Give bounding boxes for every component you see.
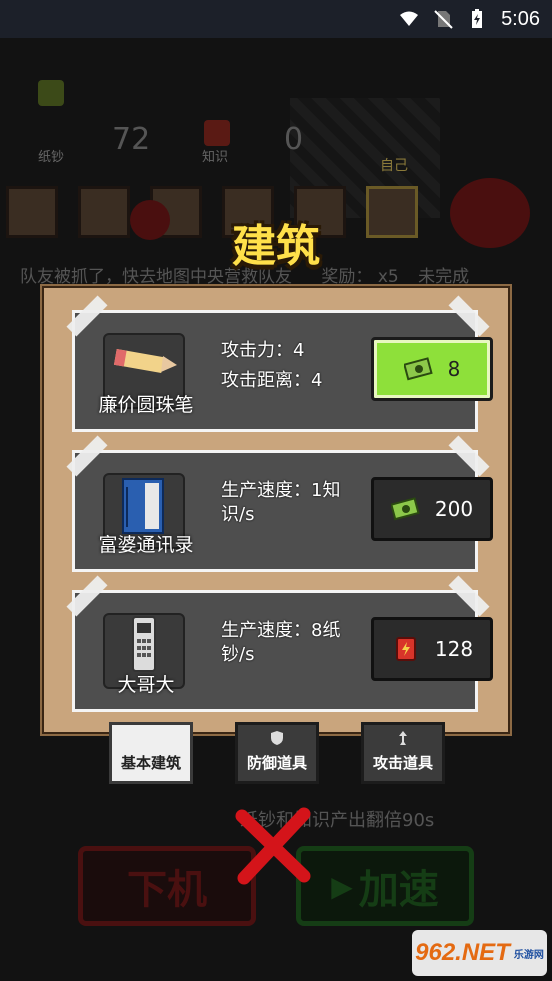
modal-title: 建筑 — [232, 221, 320, 272]
item-card-pen: 廉价圆珠笔 攻击力：4 攻击距离：4 8 — [66, 295, 493, 432]
price-value: 128 — [434, 637, 474, 661]
mobile-phone-icon — [132, 616, 156, 672]
site-watermark: 962.NET 乐游网 — [412, 930, 547, 976]
speed-up-label: 加速 — [358, 867, 439, 913]
item-stat-1: 生产速度：1知 — [221, 480, 341, 501]
pencil-icon — [113, 348, 177, 374]
shield-icon — [271, 731, 283, 745]
cash-value: 72 — [112, 122, 151, 157]
tab-defense-items[interactable]: 防御道具 — [235, 722, 319, 784]
battery-charging-icon — [472, 9, 483, 28]
tape-decoration — [448, 435, 490, 477]
item-stat-2: 攻击距离：4 — [221, 370, 323, 391]
tape-decoration — [66, 575, 108, 617]
item-name: 富婆通讯录 — [98, 534, 194, 556]
no-sim-icon — [434, 10, 453, 29]
tab-label: 防御道具 — [246, 754, 307, 772]
price-value: 8 — [447, 357, 461, 381]
item-stat-1: 攻击力：4 — [221, 340, 305, 361]
clock: 5:06 — [501, 7, 540, 30]
tab-basic-building[interactable]: 基本建筑 — [109, 722, 193, 784]
knowledge-value: 0 — [284, 122, 304, 157]
self-label: 自己 — [380, 158, 408, 174]
knowledge-icon — [204, 120, 230, 146]
cash-icon — [403, 357, 433, 381]
item-name: 廉价圆珠笔 — [98, 394, 194, 416]
tape-decoration — [448, 295, 490, 337]
tape-decoration — [448, 575, 490, 617]
cash-icon — [38, 80, 64, 106]
buy-contacts-button[interactable]: 200 — [371, 477, 493, 541]
item-stat-2: 钞/s — [221, 644, 255, 665]
tab-attack-items[interactable]: 攻击道具 — [361, 722, 445, 784]
tape-decoration — [66, 295, 108, 337]
item-name: 大哥大 — [117, 674, 175, 696]
book-icon — [122, 478, 164, 534]
status-bar: 5:06 — [0, 0, 552, 38]
item-card-contacts: 富婆通讯录 生产速度：1知 识/s 200 — [66, 435, 493, 572]
logout-button[interactable]: 下机 — [78, 846, 256, 926]
price-value: 200 — [434, 497, 474, 521]
attack-icon — [399, 731, 407, 745]
tab-label: 攻击道具 — [372, 754, 433, 772]
knowledge-book-icon — [395, 637, 416, 661]
item-stat-1: 生产速度：8纸 — [221, 620, 341, 641]
close-icon[interactable] — [234, 806, 314, 886]
buy-pen-button[interactable]: 8 — [371, 337, 493, 401]
item-stat-2: 识/s — [221, 504, 255, 525]
cash-label: 纸钞 — [38, 150, 65, 165]
video-icon: ▶ — [331, 869, 353, 903]
buy-phone-button[interactable]: 128 — [371, 617, 493, 681]
cash-icon — [390, 497, 420, 521]
watermark-text: 乐游网 — [513, 949, 544, 961]
wifi-icon — [400, 11, 419, 26]
speed-up-button[interactable]: ▶ 加速 — [296, 846, 474, 926]
tape-decoration — [66, 435, 108, 477]
building-panel: 廉价圆珠笔 攻击力：4 攻击距离：4 8 富婆通讯录 生产速度：1知 识/s 2… — [40, 284, 512, 736]
tab-label: 基本建筑 — [120, 754, 181, 772]
knowledge-label: 知识 — [202, 150, 229, 165]
watermark-number: 962.NET — [415, 939, 510, 966]
item-card-phone: 大哥大 生产速度：8纸 钞/s 128 — [66, 575, 493, 712]
